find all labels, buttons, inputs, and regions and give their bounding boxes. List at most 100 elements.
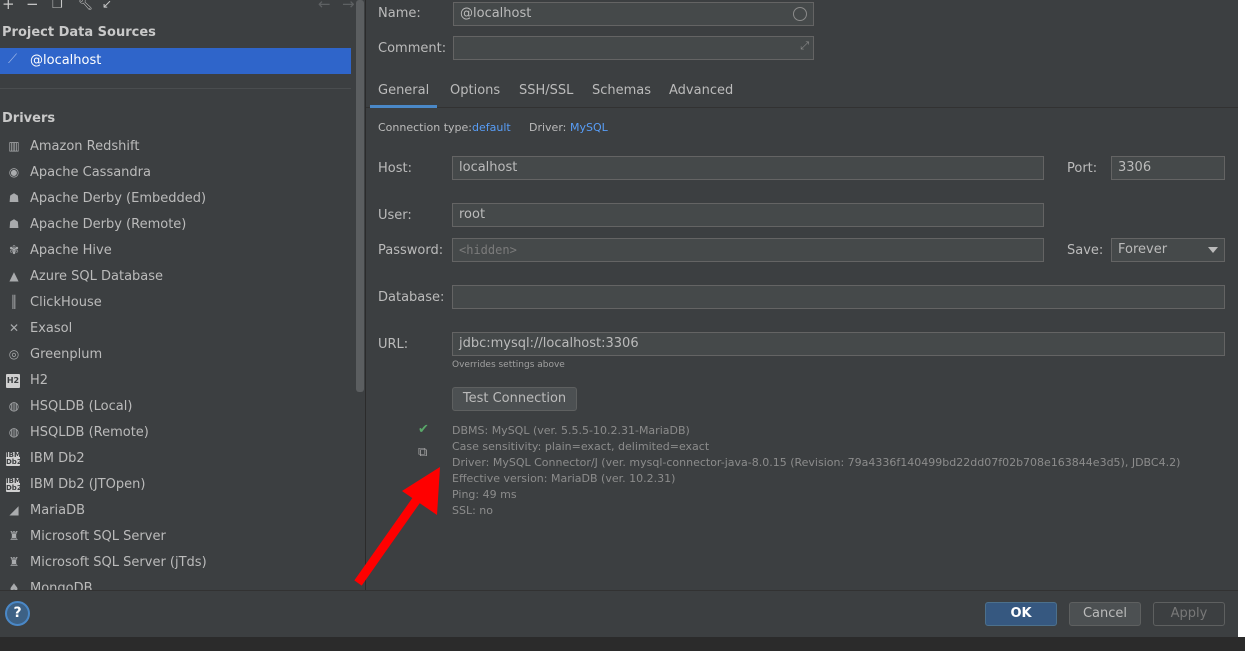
tab-options[interactable]: Options xyxy=(450,83,500,108)
window-edge xyxy=(1238,0,1245,637)
database-input[interactable] xyxy=(452,285,1225,309)
tab-schemas[interactable]: Schemas xyxy=(592,83,651,108)
apply-button[interactable]: Apply xyxy=(1153,602,1225,626)
driver-item[interactable]: IBM Db2 IBM Db2 xyxy=(0,446,351,472)
result-driver: Driver: MySQL Connector/J (ver. mysql-co… xyxy=(452,456,1181,469)
host-label: Host: xyxy=(378,161,412,176)
test-connection-button[interactable]: Test Connection xyxy=(452,387,577,411)
datasource-label: @localhost xyxy=(30,53,102,68)
driver-item[interactable]: IBM Db2 IBM Db2 (JTOpen) xyxy=(0,472,351,498)
password-input[interactable]: <hidden> xyxy=(452,238,1044,262)
driver-label: ClickHouse xyxy=(30,295,102,310)
user-label: User: xyxy=(378,208,412,223)
url-input[interactable]: jdbc:mysql://localhost:3306 xyxy=(452,332,1225,356)
driver-item[interactable]: ♜ Microsoft SQL Server (jTds) xyxy=(0,550,351,576)
driver-link[interactable]: MySQL xyxy=(570,121,608,134)
port-input[interactable]: 3306 xyxy=(1111,156,1225,180)
remove-icon[interactable]: − xyxy=(26,0,39,12)
driver-item[interactable]: ✾ Apache Hive xyxy=(0,238,351,264)
help-button[interactable]: ? xyxy=(5,601,30,626)
driver-label: Apache Derby (Embedded) xyxy=(30,191,207,206)
datasource-settings-panel: Name: @localhost Comment: ⤢ General Opti… xyxy=(366,0,1245,590)
mongodb-icon: ♠ xyxy=(8,581,20,590)
driver-label: MariaDB xyxy=(30,503,86,518)
driver-label: Azure SQL Database xyxy=(30,269,164,284)
azure-icon: ▲ xyxy=(9,269,19,283)
database-label: Database: xyxy=(378,290,445,305)
save-label: Save: xyxy=(1067,243,1104,258)
port-label: Port: xyxy=(1067,161,1098,176)
derby-hat-icon: ☗ xyxy=(8,217,20,231)
driver-label: Driver: xyxy=(529,121,567,134)
result-case-sensitivity: Case sensitivity: plain=exact, delimited… xyxy=(452,440,710,453)
host-input[interactable]: localhost xyxy=(452,156,1044,180)
name-value: @localhost xyxy=(460,6,532,21)
derby-hat-icon: ☗ xyxy=(8,191,20,205)
ok-button[interactable]: OK xyxy=(985,602,1057,626)
sqlserver-icon: ♜ xyxy=(8,529,20,543)
hsqldb-icon: ◍ xyxy=(8,425,20,439)
project-data-sources-title: Project Data Sources xyxy=(2,25,156,40)
driver-item[interactable]: ◎ Greenplum xyxy=(0,342,351,368)
cancel-button[interactable]: Cancel xyxy=(1069,602,1141,626)
user-input[interactable]: root xyxy=(452,203,1044,227)
jump-icon[interactable]: ↙ xyxy=(102,0,112,12)
driver-item[interactable]: ◢ MariaDB xyxy=(0,498,351,524)
duplicate-icon[interactable]: ❐ xyxy=(52,0,63,12)
driver-item[interactable]: ☗ Apache Derby (Remote) xyxy=(0,212,351,238)
result-ping: Ping: 49 ms xyxy=(452,488,517,501)
password-label: Password: xyxy=(378,243,444,258)
mariadb-icon: ◢ xyxy=(9,503,19,517)
result-effective-version: Effective version: MariaDB (ver. 10.2.31… xyxy=(452,472,676,485)
driver-item[interactable]: ▥ Amazon Redshift xyxy=(0,134,351,160)
driver-item[interactable]: ◍ HSQLDB (Remote) xyxy=(0,420,351,446)
connection-type-link[interactable]: default xyxy=(472,121,511,134)
sidebar-toolbar: + − ❐ 🔧︎ ↙ ← → xyxy=(0,0,366,14)
driver-label: Apache Derby (Remote) xyxy=(30,217,187,232)
h2-icon: H2 xyxy=(6,374,20,388)
expand-icon[interactable]: ⤢ xyxy=(800,39,809,53)
driver-label: HSQLDB (Local) xyxy=(30,399,133,414)
tab-general[interactable]: General xyxy=(370,83,438,108)
driver-item[interactable]: ☗ Apache Derby (Embedded) xyxy=(0,186,351,212)
divider xyxy=(0,88,351,89)
greenplum-icon: ◎ xyxy=(8,347,20,361)
check-icon: ✔ xyxy=(418,422,429,437)
driver-item[interactable]: ◉ Apache Cassandra xyxy=(0,160,351,186)
name-field[interactable]: @localhost xyxy=(453,2,814,26)
driver-label: H2 xyxy=(30,373,49,388)
url-label: URL: xyxy=(378,337,409,352)
driver-item[interactable]: ♠ MongoDB xyxy=(0,576,351,590)
driver-label: IBM Db2 xyxy=(30,451,85,466)
driver-item[interactable]: H2 H2 xyxy=(0,368,351,394)
driver-label: MongoDB xyxy=(30,581,93,590)
driver-item[interactable]: ♜ Microsoft SQL Server xyxy=(0,524,351,550)
cassandra-icon: ◉ xyxy=(8,165,20,179)
drivers-title: Drivers xyxy=(2,111,56,126)
driver-item[interactable]: ◍ HSQLDB (Local) xyxy=(0,394,351,420)
window-footer xyxy=(0,637,1245,651)
driver-item[interactable]: ║ ClickHouse xyxy=(0,290,351,316)
db2-icon: IBM Db2 xyxy=(6,451,22,466)
driver-label: Amazon Redshift xyxy=(30,139,140,154)
save-value: Forever xyxy=(1118,242,1168,257)
save-select[interactable]: Forever xyxy=(1111,238,1225,262)
back-icon[interactable]: ← xyxy=(318,0,331,12)
dropdown-arrow-icon xyxy=(1208,247,1218,253)
driver-label: Exasol xyxy=(30,321,73,336)
tab-advanced[interactable]: Advanced xyxy=(669,83,733,108)
driver-label: Apache Cassandra xyxy=(30,165,151,180)
add-icon[interactable]: + xyxy=(2,0,15,12)
driver-item[interactable]: ✕ Exasol xyxy=(0,316,351,342)
comment-label: Comment: xyxy=(378,41,447,56)
tab-ssh-ssl[interactable]: SSH/SSL xyxy=(519,83,573,108)
wrench-icon[interactable]: 🔧︎ xyxy=(78,0,93,12)
datasource-item-localhost[interactable]: ⟋ @localhost xyxy=(0,48,351,74)
driver-item[interactable]: ▲ Azure SQL Database xyxy=(0,264,351,290)
sidebar-scrollbar[interactable] xyxy=(356,0,364,392)
comment-field[interactable]: ⤢ xyxy=(453,36,814,60)
name-label: Name: xyxy=(378,6,421,21)
color-circle-icon[interactable] xyxy=(793,7,807,21)
driver-label: Microsoft SQL Server (jTds) xyxy=(30,555,207,570)
forward-icon[interactable]: → xyxy=(342,0,355,12)
